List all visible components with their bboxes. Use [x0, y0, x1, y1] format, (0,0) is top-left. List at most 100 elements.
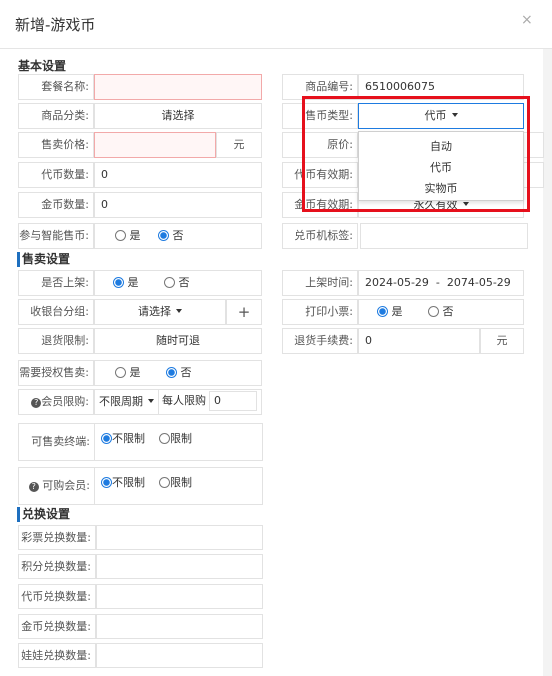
exchange-label-doll: 娃娃兑换数量:: [18, 643, 96, 668]
radio-label: 是: [391, 305, 403, 318]
radio-checked-icon: [158, 230, 169, 241]
radio-checked-icon: [166, 367, 177, 378]
on-shelf-radio-group: 是 否: [94, 270, 262, 296]
token-qty-input[interactable]: 0: [94, 162, 262, 188]
terminals-limited[interactable]: 限制: [159, 431, 192, 447]
divider: [94, 468, 95, 504]
exchange-input-gold[interactable]: [96, 614, 263, 639]
members-label: 可购会员:: [42, 479, 90, 492]
refund-limit-label: 退货限制:: [18, 328, 94, 354]
kiosk-tag-input[interactable]: [360, 223, 528, 249]
radio-label: 不限制: [112, 476, 145, 489]
member-limit-label-cell: ? 会员限购:: [18, 389, 94, 415]
exchange-input-lottery[interactable]: [96, 525, 263, 550]
section-sale: 售卖设置: [17, 252, 70, 267]
period-value: 不限周期: [99, 395, 143, 408]
terminals-unlimited[interactable]: 不限制: [101, 431, 145, 447]
divider: [94, 424, 95, 460]
scrollbar-track[interactable]: [543, 49, 552, 676]
on-shelf-label: 是否上架:: [18, 270, 94, 296]
need-auth-radio-group: 是 否: [94, 360, 262, 386]
need-auth-label: 需要授权售卖:: [18, 360, 94, 386]
refund-limit-select[interactable]: 随时可退: [94, 328, 262, 354]
cashier-group-label: 收银台分组:: [18, 299, 94, 325]
member-limit-label: 会员限购:: [41, 395, 89, 408]
per-person-label: 每人限购: [162, 394, 206, 407]
radio-label: 是: [129, 229, 141, 242]
header-divider: [0, 48, 552, 49]
package-name-input[interactable]: [94, 74, 262, 100]
print-ticket-label: 打印小票:: [282, 299, 358, 325]
smart-sale-no[interactable]: 否: [158, 224, 184, 248]
radio-checked-icon: [113, 277, 124, 288]
chevron-down-icon: [148, 399, 154, 403]
exchange-input-doll[interactable]: [96, 643, 263, 668]
members-limited[interactable]: 限制: [159, 475, 192, 491]
radio-icon: [428, 306, 439, 317]
members-unlimited[interactable]: 不限制: [101, 475, 145, 491]
category-select[interactable]: 请选择: [94, 103, 262, 129]
radio-label: 否: [178, 276, 190, 289]
per-person-input[interactable]: 0: [209, 391, 257, 411]
radio-label: 是: [129, 366, 141, 379]
category-label: 商品分类:: [18, 103, 94, 129]
radio-checked-icon: [101, 433, 112, 444]
refund-fee-label: 退货手续费:: [282, 328, 358, 354]
kiosk-tag-label: 兑币机标签:: [282, 223, 358, 249]
radio-icon: [115, 230, 126, 241]
print-ticket-no[interactable]: 否: [428, 300, 454, 324]
section-exchange: 兑换设置: [17, 507, 70, 522]
exchange-label-lottery: 彩票兑换数量:: [18, 525, 96, 550]
package-name-label: 套餐名称:: [18, 74, 94, 100]
sale-price-unit: 元: [216, 132, 262, 158]
radio-label: 限制: [170, 476, 192, 489]
exchange-label-token: 代币兑换数量:: [18, 584, 96, 609]
radio-label: 不限制: [112, 432, 145, 445]
print-ticket-yes[interactable]: 是: [377, 300, 403, 324]
radio-label: 否: [180, 366, 192, 379]
radio-label: 否: [442, 305, 454, 318]
radio-icon: [164, 277, 175, 288]
shelf-time-label: 上架时间:: [282, 270, 358, 296]
radio-checked-icon: [101, 477, 112, 488]
sale-price-input[interactable]: [94, 132, 216, 158]
radio-icon: [159, 477, 170, 488]
exchange-label-points: 积分兑换数量:: [18, 554, 96, 579]
section-basic: 基本设置: [18, 59, 67, 73]
terminals-label: 可售卖终端:: [31, 435, 90, 448]
radio-icon: [159, 433, 170, 444]
smart-sale-radio-group: 是 否: [94, 223, 262, 249]
gold-qty-input[interactable]: 0: [94, 192, 262, 218]
cashier-group-select[interactable]: 请选择: [94, 299, 226, 325]
need-auth-yes[interactable]: 是: [115, 361, 141, 385]
cashier-group-value: 请选择: [138, 305, 171, 318]
radio-label: 否: [172, 229, 184, 242]
question-circle-icon[interactable]: ?: [31, 398, 42, 408]
chevron-down-icon: [176, 309, 182, 313]
exchange-label-gold: 金币兑换数量:: [18, 614, 96, 639]
highlight-frame: [302, 96, 530, 212]
add-group-button[interactable]: +: [226, 299, 262, 325]
token-qty-label: 代币数量:: [18, 162, 94, 188]
on-shelf-no[interactable]: 否: [164, 271, 190, 295]
shelf-time-range[interactable]: 2024-05-29 - 2074-05-29: [358, 270, 524, 296]
exchange-input-token[interactable]: [96, 584, 263, 609]
on-shelf-yes[interactable]: 是: [113, 271, 139, 295]
need-auth-no[interactable]: 否: [166, 361, 192, 385]
radio-label: 限制: [170, 432, 192, 445]
member-limit-period-select[interactable]: 不限周期: [99, 395, 154, 408]
radio-checked-icon: [377, 306, 388, 317]
exchange-input-points[interactable]: [96, 554, 263, 579]
question-circle-icon[interactable]: ?: [28, 482, 39, 492]
members-label-cell: ? 可购会员:: [18, 478, 90, 494]
refund-fee-input[interactable]: 0: [358, 328, 480, 354]
radio-icon: [115, 367, 126, 378]
smart-sale-label: 参与智能售币:: [18, 223, 94, 249]
dialog-title: 新增-游戏币: [15, 16, 96, 34]
sale-price-label: 售卖价格:: [18, 132, 94, 158]
terminals-radio-group: 不限制 限制: [101, 431, 206, 447]
close-icon[interactable]: ×: [521, 12, 533, 28]
members-radio-group: 不限制 限制: [101, 475, 206, 491]
gold-qty-label: 金币数量:: [18, 192, 94, 218]
smart-sale-yes[interactable]: 是: [115, 224, 141, 248]
